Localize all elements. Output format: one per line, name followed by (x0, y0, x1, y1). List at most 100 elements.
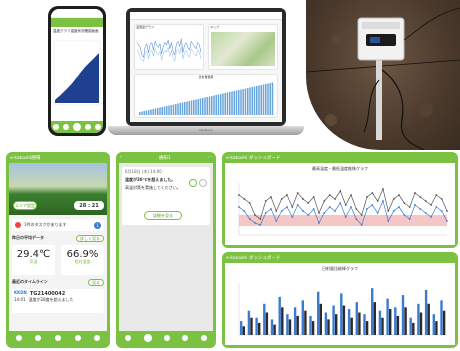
phone-screen: 温度グラフ温度状況確認画面 (51, 9, 103, 133)
laptop-bar (249, 87, 251, 115)
bar (265, 312, 269, 335)
laptop-panel-map: マップ (208, 24, 278, 70)
home-icon[interactable] (53, 124, 59, 130)
settings-icon[interactable] (95, 124, 101, 130)
bar (363, 314, 366, 335)
bar (293, 307, 297, 335)
laptop-bar (265, 83, 267, 115)
laptop-bar (154, 108, 157, 115)
dash2-title-bar: e-kakashi ダッシュボード (222, 252, 458, 263)
laptop-panel-bars: 日射量積算 (134, 74, 278, 118)
chart-icon[interactable] (54, 335, 61, 341)
bar (412, 322, 415, 335)
chart-icon[interactable] (85, 124, 91, 130)
bar (371, 288, 374, 335)
center-menu-icon[interactable] (73, 123, 81, 131)
timeline-header: 最近のタイムライン 見る (12, 279, 104, 286)
laptop-bar (175, 103, 177, 115)
phone-alert-screen: ‹ 通知1 ⋯ 6月18日 (木) 14:00 温度が30℃を超えました。 高温… (116, 152, 216, 348)
bar (386, 298, 389, 335)
alert-title-bar: ‹ 通知1 ⋯ (116, 152, 216, 163)
trash-icon[interactable] (199, 179, 207, 187)
avg-detail-button[interactable]: 詳しく見る (76, 235, 104, 242)
laptop-bar (222, 93, 224, 115)
avg-header: 昨日の平均データ 詳しく見る (12, 235, 104, 242)
bar (442, 310, 446, 335)
laptop-bar (242, 88, 244, 115)
list-icon[interactable] (63, 124, 69, 130)
bar (286, 314, 289, 335)
laptop-bar (233, 90, 235, 115)
timeline-item[interactable]: KKDN TG21400042 14:01 温度が28度を超えました (12, 289, 104, 313)
bar (417, 303, 420, 335)
info-icon[interactable] (94, 335, 101, 341)
bar (278, 296, 281, 335)
star-icon[interactable] (74, 335, 81, 341)
laptop-bar (217, 94, 220, 115)
star-icon[interactable] (182, 335, 189, 341)
bar (401, 295, 405, 335)
laptop-bar (150, 109, 152, 115)
home-icon[interactable] (125, 335, 132, 341)
laptop-bar (199, 98, 202, 115)
bar (242, 326, 245, 335)
timeline-text: 温度が28度を超えました (28, 297, 74, 302)
bar (247, 310, 251, 335)
list-icon[interactable] (35, 335, 42, 341)
bar (394, 307, 397, 335)
bar (427, 303, 430, 335)
field-sensor-photo (306, 0, 460, 150)
laptop-bar (269, 82, 271, 115)
back-icon[interactable]: ‹ (120, 155, 122, 160)
info-icon[interactable] (200, 335, 207, 341)
phone-mockup-graph: 温度グラフ温度状況確認画面 (48, 6, 106, 136)
line-series (238, 187, 448, 220)
laptop-bar (145, 110, 148, 115)
home-content: エリア設定 28 : 21 1件のタスクがあります 1 昨日の平均データ 詳しく… (9, 163, 107, 345)
bar (409, 317, 412, 335)
laptop-bar (148, 109, 150, 115)
bar (263, 303, 266, 335)
date-display: 28 : 21 (74, 201, 104, 210)
bar (365, 321, 369, 335)
laptop-bar (152, 108, 154, 115)
timeline-more-button[interactable]: 見る (88, 279, 104, 286)
bar (332, 305, 335, 335)
laptop-bar (256, 85, 258, 115)
laptop-bar (170, 104, 172, 115)
bar (350, 317, 353, 335)
center-menu-icon[interactable] (143, 334, 152, 342)
bar (288, 319, 292, 335)
area-select-pill[interactable]: エリア設定 (13, 201, 37, 210)
laptop-line-series (136, 45, 202, 62)
laptop-bar (220, 93, 222, 115)
dash2-title: e-kakashi ダッシュボード (226, 255, 281, 261)
dash1-title-bar: e-kakashi ダッシュボード (222, 152, 458, 163)
alert-title: 通知1 (158, 155, 171, 161)
bar (335, 314, 338, 335)
task-row[interactable]: 1件のタスクがあります 1 (12, 219, 104, 231)
chart-icon[interactable] (163, 335, 170, 341)
bar (440, 300, 443, 335)
laptop-bar (204, 97, 206, 115)
home-bottom-nav (9, 331, 107, 345)
alert-icon (15, 222, 21, 228)
more-icon[interactable]: ⋯ (208, 155, 213, 160)
map-thumbnail[interactable] (211, 31, 275, 66)
home-icon[interactable] (15, 335, 22, 341)
phone-graph-title: 温度グラフ温度状況確認画面 (53, 29, 99, 33)
bar (270, 319, 274, 335)
dash1-title: e-kakashi ダッシュボード (226, 155, 281, 161)
check-icon[interactable] (189, 179, 197, 187)
solar-bar-chart (238, 283, 447, 336)
laptop-bar (251, 86, 253, 115)
laptop-bar (262, 84, 265, 115)
bar (273, 324, 276, 335)
alert-detail-button[interactable]: 詳細を見る (144, 211, 182, 220)
laptop-bar (186, 101, 188, 115)
bar (342, 305, 346, 335)
dash2-content: 日射量比較棒グラフ (225, 263, 455, 345)
bar (327, 319, 330, 335)
bar (389, 309, 392, 335)
laptop-bar (168, 105, 170, 115)
